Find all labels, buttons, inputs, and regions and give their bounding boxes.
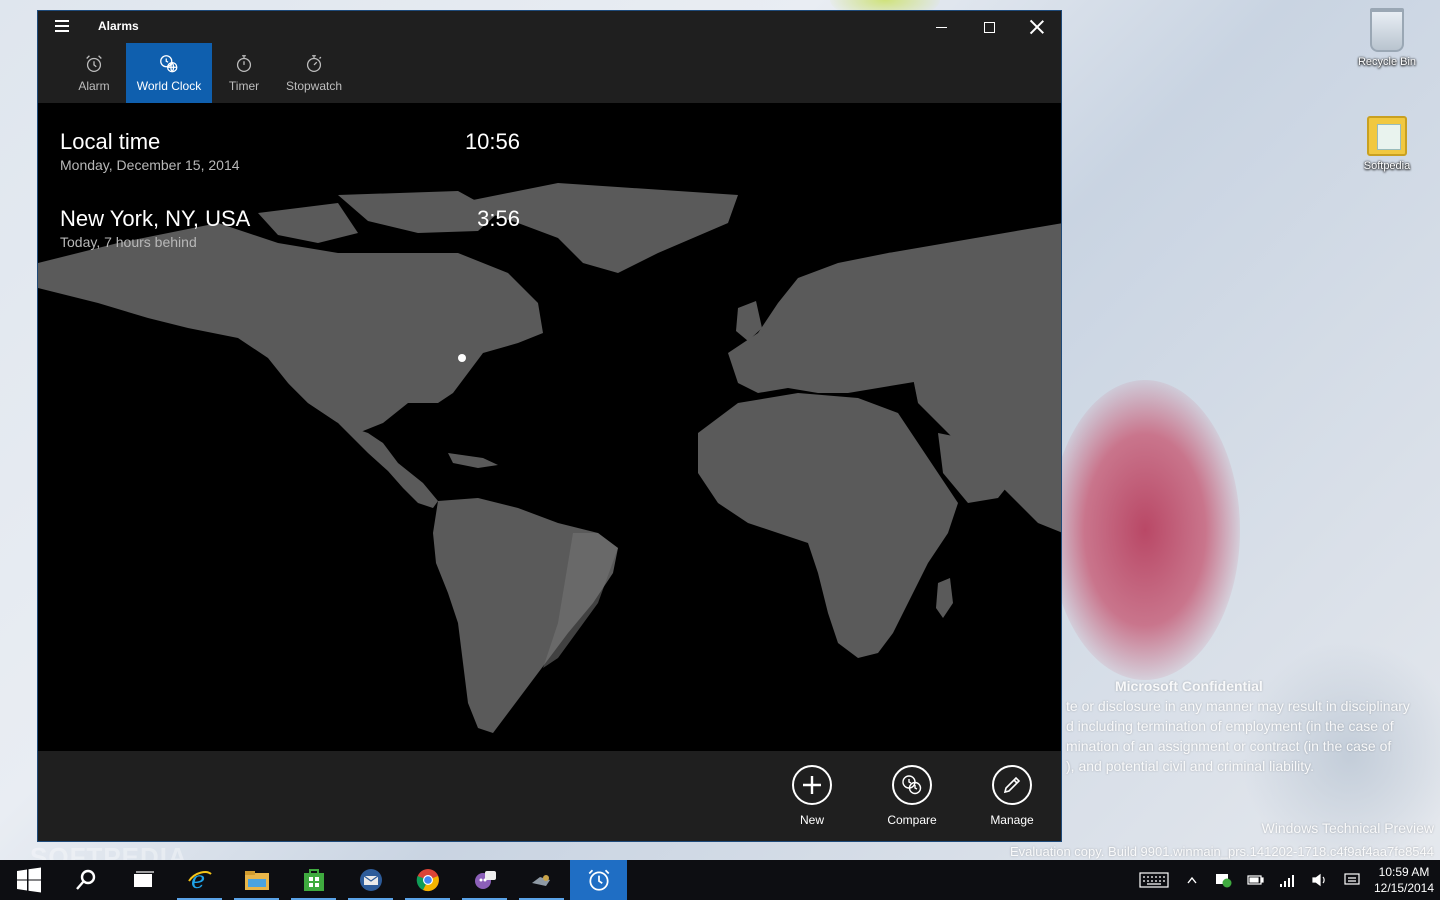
taskbar-clock[interactable]: 10:59 AM 12/15/2014 [1368, 864, 1440, 896]
message-icon [1344, 873, 1360, 885]
desktop-icon-label: Recycle Bin [1357, 56, 1417, 68]
minimize-icon [935, 26, 947, 28]
stopwatch-icon [306, 55, 322, 72]
taskbar-chrome[interactable] [399, 860, 456, 900]
clock-item-new-york[interactable]: New York, NY, USA 3:56 Today, 7 hours be… [60, 206, 520, 250]
alarms-window: Alarms Alarm World Clock Timer Stopwatch… [37, 10, 1062, 842]
system-tray: 10:59 AM 12/15/2014 [1132, 860, 1440, 900]
search-button[interactable] [57, 860, 114, 900]
thunderbird-icon [359, 869, 382, 891]
tab-stopwatch[interactable]: Stopwatch [276, 43, 352, 103]
clock-name: New York, NY, USA [60, 206, 251, 231]
world-map-graphic [38, 183, 1061, 733]
compare-button[interactable]: Compare [867, 765, 957, 827]
desktop-icon-softpedia[interactable]: Softpedia [1347, 116, 1427, 172]
watermark-confidential: Microsoft Confidential [1115, 678, 1263, 694]
clock-time: 3:56 [477, 206, 520, 231]
touch-keyboard-button[interactable] [1132, 860, 1176, 900]
tab-label: Stopwatch [286, 79, 343, 93]
command-label: Compare [887, 813, 937, 827]
taskbar-store[interactable] [285, 860, 342, 900]
shield-check-icon [1216, 874, 1232, 888]
network-signal-icon [1280, 875, 1294, 887]
tab-bar: Alarm World Clock Timer Stopwatch [38, 43, 1061, 103]
taskbar: e 10:59 AM 12/15/2014 [0, 860, 1440, 900]
messenger-icon [474, 871, 496, 889]
keyboard-icon [1139, 872, 1169, 888]
network-button[interactable] [1272, 860, 1304, 900]
title-bar[interactable]: Alarms [38, 11, 1061, 43]
action-center-button[interactable] [1336, 860, 1368, 900]
tab-label: Timer [228, 79, 260, 93]
app-icon [531, 875, 550, 886]
task-view-button[interactable] [114, 860, 171, 900]
volume-icon [1312, 873, 1325, 887]
start-button[interactable] [0, 860, 57, 900]
taskbar-file-explorer[interactable] [228, 860, 285, 900]
show-hidden-icons-button[interactable] [1176, 860, 1208, 900]
taskbar-app[interactable] [513, 860, 570, 900]
battery-icon [1247, 875, 1264, 885]
taskbar-alarms[interactable] [570, 860, 627, 900]
softpedia-watermark: SOFTPEDIA [30, 842, 188, 860]
clock-time: 10:56 [464, 129, 520, 154]
desktop-icon-label: Softpedia [1363, 160, 1411, 172]
manage-button[interactable]: Manage [967, 765, 1057, 827]
location-marker [458, 354, 466, 362]
world-clock-icon [160, 55, 178, 73]
clock-detail: Monday, December 15, 2014 [60, 157, 240, 173]
maximize-button[interactable] [965, 11, 1013, 43]
store-icon [303, 869, 324, 891]
alarms-icon [588, 869, 609, 891]
search-icon [75, 869, 95, 890]
close-icon [1030, 20, 1044, 34]
taskbar-thunderbird[interactable] [342, 860, 399, 900]
command-label: New [799, 813, 824, 827]
tab-alarm[interactable]: Alarm [62, 43, 126, 103]
volume-button[interactable] [1304, 860, 1336, 900]
desktop-icon-recycle-bin[interactable]: Recycle Bin [1347, 8, 1427, 68]
hamburger-menu-icon[interactable] [55, 20, 69, 32]
plus-icon [792, 765, 832, 805]
watermark-paragraph: te or disclosure in any manner may resul… [1066, 698, 1410, 774]
svg-text:e: e [191, 867, 205, 893]
timer-icon [236, 55, 252, 72]
battery-button[interactable] [1240, 860, 1272, 900]
pencil-icon [992, 765, 1032, 805]
command-bar: New Compare Manage [38, 751, 1061, 841]
internet-explorer-icon: e [187, 867, 212, 893]
taskbar-messenger[interactable] [456, 860, 513, 900]
start-icon [16, 867, 41, 893]
chevron-up-icon [1187, 876, 1197, 884]
clock-item-local[interactable]: Local time 10:56 Monday, December 15, 20… [60, 129, 520, 173]
watermark-edition: Windows Technical Preview [1261, 820, 1434, 836]
clock-detail: Today, 7 hours behind [60, 234, 197, 250]
command-label: Manage [990, 813, 1034, 827]
clock-name: Local time [60, 129, 161, 154]
clock-date-text: 12/15/2014 [1373, 881, 1435, 895]
chrome-icon [416, 869, 439, 892]
watermark-build: Evaluation copy. Build 9901.winmain_prs.… [1009, 844, 1434, 859]
new-button[interactable]: New [767, 765, 857, 827]
tab-label: Alarm [78, 79, 110, 93]
alarm-clock-icon [86, 55, 102, 72]
compare-clock-icon [892, 765, 932, 805]
maximize-icon [983, 21, 995, 33]
world-map[interactable]: Local time 10:56 Monday, December 15, 20… [38, 103, 1061, 751]
minimize-button[interactable] [917, 11, 965, 43]
taskbar-internet-explorer[interactable]: e [171, 860, 228, 900]
window-title: Alarms [98, 19, 139, 33]
close-button[interactable] [1013, 11, 1061, 43]
softpedia-folder-icon [1367, 116, 1407, 156]
tab-timer[interactable]: Timer [212, 43, 276, 103]
task-view-icon [133, 871, 154, 887]
file-explorer-icon [244, 871, 269, 890]
window-controls [917, 11, 1061, 43]
recycle-bin-icon [1370, 8, 1404, 52]
tray-app-button[interactable] [1208, 860, 1240, 900]
clock-time-text: 10:59 AM [1378, 865, 1430, 879]
tab-world-clock[interactable]: World Clock [126, 43, 212, 103]
tab-label: World Clock [136, 79, 202, 93]
